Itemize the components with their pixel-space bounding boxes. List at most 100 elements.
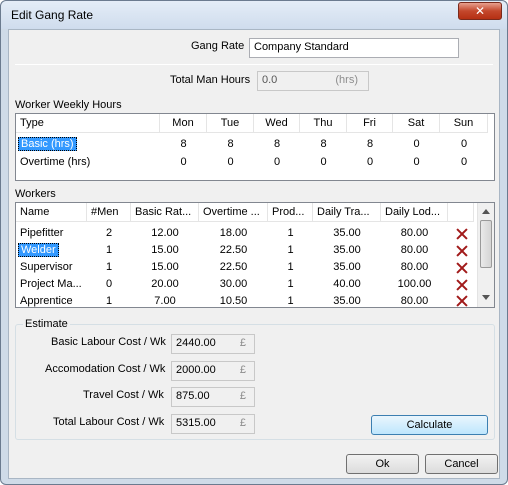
worker-prod-cell[interactable]: 1 xyxy=(268,259,313,276)
hours-cell[interactable]: 8 xyxy=(160,136,207,153)
travel-cost-field: 875.00 £ xyxy=(171,387,255,407)
worker-lodging-cell[interactable]: 80.00 xyxy=(381,242,448,259)
worker-travel-cell[interactable]: 35.00 xyxy=(313,225,381,242)
worker-weekly-hours-label: Worker Weekly Hours xyxy=(15,99,122,111)
worker-men-cell[interactable]: 2 xyxy=(87,225,131,242)
hours-cell[interactable]: 8 xyxy=(207,136,254,153)
worker-basic-cell[interactable]: 12.00 xyxy=(131,225,199,242)
worker-lodging-cell[interactable]: 80.00 xyxy=(381,259,448,276)
calculate-button[interactable]: Calculate xyxy=(371,415,488,435)
total-man-hours-field: 0.0 (hrs) xyxy=(257,71,369,91)
hours-cell[interactable]: 8 xyxy=(254,136,300,153)
travel-cost-value: 875.00 xyxy=(176,390,210,402)
column-header-thu[interactable]: Thu xyxy=(300,114,347,133)
hours-unit: (hrs) xyxy=(335,74,358,86)
delete-x-icon[interactable] xyxy=(455,227,469,241)
column-header-wed[interactable]: Wed xyxy=(254,114,300,133)
worker-men-cell[interactable]: 1 xyxy=(87,293,131,310)
column-header-delete xyxy=(448,203,474,222)
column-header-tue[interactable]: Tue xyxy=(207,114,254,133)
worker-lodging-cell[interactable]: 80.00 xyxy=(381,225,448,242)
accommodation-cost-field: 2000.00 £ xyxy=(171,361,255,381)
worker-basic-cell[interactable]: 15.00 xyxy=(131,242,199,259)
gang-rate-input[interactable]: Company Standard xyxy=(249,38,459,58)
hours-cell[interactable]: 0 xyxy=(160,154,207,171)
worker-travel-cell[interactable]: 35.00 xyxy=(313,293,381,310)
worker-prod-cell[interactable]: 1 xyxy=(268,242,313,259)
scroll-up-icon[interactable] xyxy=(482,209,490,214)
worker-men-cell[interactable]: 1 xyxy=(87,242,131,259)
hours-cell[interactable]: 0 xyxy=(347,154,393,171)
column-header-daily-travel[interactable]: Daily Tra... xyxy=(313,203,381,222)
worker-overtime-cell[interactable]: 30.00 xyxy=(199,276,268,293)
travel-cost-label: Travel Cost / Wk xyxy=(83,389,164,401)
row-type-cell: Basic (hrs) xyxy=(18,137,77,151)
edit-gang-rate-dialog: Edit Gang Rate ✕ Gang Rate Company Stand… xyxy=(0,0,508,485)
hours-cell[interactable]: 0 xyxy=(440,154,488,171)
estimate-label: Estimate xyxy=(23,318,70,330)
column-header-type[interactable]: Type xyxy=(16,114,160,133)
worker-overtime-cell[interactable]: 22.50 xyxy=(199,242,268,259)
worker-travel-cell[interactable]: 35.00 xyxy=(313,242,381,259)
worker-lodging-cell[interactable]: 80.00 xyxy=(381,293,448,310)
worker-travel-cell[interactable]: 40.00 xyxy=(313,276,381,293)
delete-x-icon[interactable] xyxy=(455,261,469,275)
worker-name-cell[interactable]: Supervisor xyxy=(20,259,86,276)
hours-cell[interactable]: 0 xyxy=(393,136,440,153)
worker-name-selected: Welder xyxy=(18,243,59,257)
column-header-sun[interactable]: Sun xyxy=(440,114,488,133)
column-header-name[interactable]: Name xyxy=(16,203,87,222)
worker-name-cell[interactable]: Project Ma... xyxy=(20,276,86,293)
hours-cell[interactable]: 0 xyxy=(393,154,440,171)
cancel-button[interactable]: Cancel xyxy=(425,454,498,474)
total-man-hours-label: Total Man Hours xyxy=(170,74,251,86)
worker-travel-cell[interactable]: 35.00 xyxy=(313,259,381,276)
workers-scrollbar[interactable] xyxy=(477,203,494,307)
ok-button[interactable]: Ok xyxy=(346,454,419,474)
column-header-sat[interactable]: Sat xyxy=(393,114,440,133)
column-header-daily-lodging[interactable]: Daily Lod... xyxy=(381,203,448,222)
column-header-overtime[interactable]: Overtime ... xyxy=(199,203,268,222)
worker-name-cell[interactable]: Apprentice xyxy=(20,293,86,310)
delete-x-icon[interactable] xyxy=(455,244,469,258)
worker-prod-cell[interactable]: 1 xyxy=(268,276,313,293)
hours-cell[interactable]: 0 xyxy=(300,154,347,171)
delete-x-icon[interactable] xyxy=(455,294,469,308)
worker-basic-cell[interactable]: 20.00 xyxy=(131,276,199,293)
column-header-fri[interactable]: Fri xyxy=(347,114,393,133)
hours-cell[interactable]: 0 xyxy=(440,136,488,153)
table-row[interactable]: Overtime (hrs) xyxy=(20,154,90,171)
basic-labour-cost-value: 2440.00 xyxy=(176,337,216,349)
worker-overtime-cell[interactable]: 18.00 xyxy=(199,225,268,242)
worker-men-cell[interactable]: 0 xyxy=(87,276,131,293)
worker-overtime-cell[interactable]: 22.50 xyxy=(199,259,268,276)
hours-cell[interactable]: 0 xyxy=(254,154,300,171)
worker-basic-cell[interactable]: 7.00 xyxy=(131,293,199,310)
workers-grid: Name #Men Basic Rat... Overtime ... Prod… xyxy=(15,202,495,308)
currency-symbol: £ xyxy=(239,337,246,349)
delete-x-icon[interactable] xyxy=(455,278,469,292)
worker-overtime-cell[interactable]: 10.50 xyxy=(199,293,268,310)
scroll-down-icon[interactable] xyxy=(482,295,490,300)
worker-basic-cell[interactable]: 15.00 xyxy=(131,259,199,276)
hours-cell[interactable]: 8 xyxy=(347,136,393,153)
hours-cell[interactable]: 0 xyxy=(207,154,254,171)
close-button[interactable]: ✕ xyxy=(458,2,502,20)
column-header-men[interactable]: #Men xyxy=(87,203,131,222)
worker-men-cell[interactable]: 1 xyxy=(87,259,131,276)
worker-name-cell[interactable]: Welder xyxy=(18,242,86,259)
basic-labour-cost-field: 2440.00 £ xyxy=(171,334,255,354)
column-header-basic-rate[interactable]: Basic Rat... xyxy=(131,203,199,222)
worker-prod-cell[interactable]: 1 xyxy=(268,225,313,242)
column-header-mon[interactable]: Mon xyxy=(160,114,207,133)
hours-cell[interactable]: 8 xyxy=(300,136,347,153)
title-bar[interactable]: Edit Gang Rate ✕ xyxy=(1,1,507,29)
column-header-prod[interactable]: Prod... xyxy=(268,203,313,222)
scrollbar-thumb[interactable] xyxy=(480,220,492,268)
table-row[interactable]: Basic (hrs) xyxy=(18,136,77,153)
workers-label: Workers xyxy=(15,188,56,200)
currency-symbol: £ xyxy=(239,417,246,429)
worker-lodging-cell[interactable]: 100.00 xyxy=(381,276,448,293)
worker-prod-cell[interactable]: 1 xyxy=(268,293,313,310)
worker-name-cell[interactable]: Pipefitter xyxy=(20,225,86,242)
